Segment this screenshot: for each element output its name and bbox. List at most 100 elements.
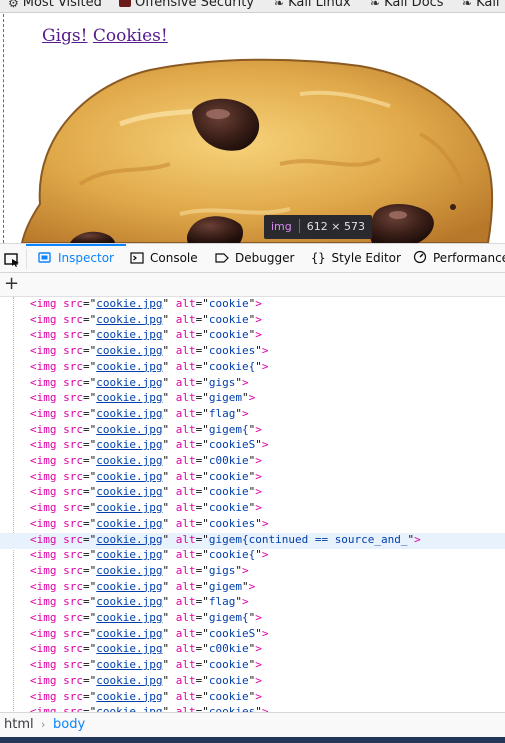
attr-name: src	[63, 595, 83, 609]
markup-toolbar: +	[0, 273, 505, 297]
markup-view[interactable]: <img src="cookie.jpg" alt="cookie"> <img …	[0, 297, 505, 713]
gigs-link[interactable]: Gigs!	[42, 26, 87, 46]
tag-name: img	[36, 422, 57, 436]
infobar-tag: img	[271, 220, 292, 233]
tag-close-bracket: >	[255, 689, 262, 703]
attr-value-link[interactable]: cookie.jpg	[96, 328, 162, 341]
markup-node-line[interactable]: <img src="cookie.jpg" alt="cookie">	[0, 501, 505, 517]
attr-value-link[interactable]: cookie.jpg	[96, 595, 162, 608]
tag-open-bracket: <	[30, 328, 37, 342]
markup-node-line[interactable]: <img src="cookie.jpg" alt="cookieS">	[0, 438, 505, 454]
markup-node-line[interactable]: <img src="cookie.jpg" alt="cookie{">	[0, 360, 505, 376]
attr-value-link[interactable]: cookie.jpg	[96, 454, 162, 467]
markup-node-line[interactable]: <img src="cookie.jpg" alt="gigem">	[0, 580, 505, 596]
markup-node-line[interactable]: <img src="cookie.jpg" alt="cookie">	[0, 470, 505, 486]
attr-value-link[interactable]: cookie.jpg	[96, 548, 162, 561]
tab-console[interactable]: Console	[130, 244, 198, 272]
tab-debugger[interactable]: Debugger	[215, 244, 294, 272]
attr-value-link[interactable]: cookie.jpg	[96, 313, 162, 326]
tab-inspector[interactable]: Inspector	[26, 244, 126, 272]
tag-close-bracket: >	[261, 438, 269, 452]
attr-value-link[interactable]: cookie.jpg	[96, 533, 162, 546]
kali-dragon-icon: ❧	[370, 0, 381, 10]
markup-node-line[interactable]: <img src="cookie.jpg" alt="gigem{continu…	[0, 532, 505, 549]
attr-name: alt	[175, 611, 196, 624]
markup-node-line[interactable]: <img src="cookie.jpg" alt="cookie{">	[0, 548, 505, 564]
attr-name: alt	[175, 642, 196, 656]
bookmark-kali-linux[interactable]: ❧ Kali Linux	[274, 0, 351, 10]
markup-node-line[interactable]: <img src="cookie.jpg" alt="gigs">	[0, 564, 505, 580]
tag-close-bracket: >	[255, 312, 262, 326]
markup-node-line[interactable]: <img src="cookie.jpg" alt="gigem">	[0, 391, 505, 407]
tag-close-bracket: >	[241, 563, 249, 577]
breadcrumb-html[interactable]: html	[4, 713, 34, 737]
markup-node-line[interactable]: <img src="cookie.jpg" alt="cookies">	[0, 517, 505, 533]
markup-node-line[interactable]: <img src="cookie.jpg" alt="flag">	[0, 595, 505, 611]
add-node-button[interactable]: +	[4, 275, 19, 293]
attr-value-link[interactable]: cookie.jpg	[96, 391, 162, 404]
markup-node-line[interactable]: <img src="cookie.jpg" alt="gigs">	[0, 376, 505, 392]
tag-close-bracket: >	[255, 422, 262, 436]
tag-open-bracket: <	[30, 563, 37, 577]
markup-node-line[interactable]: <img src="cookie.jpg" alt="cookie">	[0, 297, 505, 313]
attr-value-link[interactable]: cookie.jpg	[96, 344, 162, 357]
attr-value: cookie	[208, 469, 249, 483]
bookmark-most-visited[interactable]: ⚙ Most Visited	[8, 0, 102, 10]
tag-name: img	[36, 406, 57, 420]
bookmark-kali[interactable]: ❧ Kali	[462, 0, 500, 10]
markup-node-line[interactable]: <img src="cookie.jpg" alt="gigem{">	[0, 611, 505, 627]
attr-value-link[interactable]: cookie.jpg	[96, 376, 162, 389]
attr-name: src	[63, 375, 83, 389]
tag-close-bracket: >	[241, 595, 249, 609]
attr-value-link[interactable]: cookie.jpg	[96, 564, 162, 577]
attr-value-link[interactable]: cookie.jpg	[96, 501, 162, 514]
tag-close-bracket: >	[261, 359, 269, 373]
markup-node-line[interactable]: <img src="cookie.jpg" alt="cookie">	[0, 485, 505, 501]
attr-value-link[interactable]: cookie.jpg	[96, 297, 162, 310]
attr-value-link[interactable]: cookie.jpg	[96, 674, 162, 687]
attr-value-link[interactable]: cookie.jpg	[96, 580, 162, 593]
tab-performance[interactable]: Performance	[413, 244, 505, 272]
tag-close-bracket: >	[255, 469, 262, 483]
attr-value-link[interactable]: cookie.jpg	[96, 611, 162, 624]
attr-value-link[interactable]: cookie.jpg	[96, 485, 162, 498]
cookies-link[interactable]: Cookies!	[93, 26, 168, 46]
bookmark-kali-docs[interactable]: ❧ Kali Docs	[370, 0, 444, 10]
markup-node-line[interactable]: <img src="cookie.jpg" alt="cookie">	[0, 313, 505, 329]
markup-node-line[interactable]: <img src="cookie.jpg" alt="cookie">	[0, 658, 505, 674]
markup-node-line[interactable]: <img src="cookie.jpg" alt="c00kie">	[0, 454, 505, 470]
element-picker-button[interactable]	[0, 244, 26, 272]
attr-name: src	[63, 344, 83, 358]
attr-value-link[interactable]: cookie.jpg	[96, 517, 162, 530]
bookmark-offensive-security[interactable]: Offensive Security	[119, 0, 254, 10]
markup-node-line[interactable]: <img src="cookie.jpg" alt="cookieS">	[0, 627, 505, 643]
breadcrumb-body[interactable]: body	[53, 713, 85, 737]
attr-name: alt	[175, 391, 196, 405]
attr-name: alt	[175, 454, 196, 467]
markup-node-line[interactable]: <img src="cookie.jpg" alt="cookie">	[0, 328, 505, 344]
attr-value-link[interactable]: cookie.jpg	[96, 642, 162, 655]
attr-value-link[interactable]: cookie.jpg	[96, 360, 162, 373]
attr-value-link[interactable]: cookie.jpg	[96, 690, 162, 703]
attr-value-link[interactable]: cookie.jpg	[96, 407, 162, 420]
attr-value: cookie	[208, 689, 249, 703]
markup-node-line[interactable]: <img src="cookie.jpg" alt="cookie">	[0, 674, 505, 690]
attr-value-link[interactable]: cookie.jpg	[96, 423, 162, 436]
markup-node-line[interactable]: <img src="cookie.jpg" alt="cookies">	[0, 344, 505, 360]
tag-name: img	[36, 359, 57, 373]
attr-name: alt	[175, 328, 196, 342]
attr-value-link[interactable]: cookie.jpg	[96, 438, 162, 451]
cookie-image[interactable]	[0, 14, 505, 243]
attr-value-link[interactable]: cookie.jpg	[96, 627, 162, 640]
markup-node-line[interactable]: <img src="cookie.jpg" alt="flag">	[0, 407, 505, 423]
attr-value: cookie	[208, 485, 249, 499]
markup-node-line[interactable]: <img src="cookie.jpg" alt="c00kie">	[0, 642, 505, 658]
bookmark-label: Kali Docs	[384, 0, 444, 10]
tag-name: img	[36, 563, 57, 577]
markup-node-line[interactable]: <img src="cookie.jpg" alt="cookie">	[0, 690, 505, 706]
attr-value: c00kie	[208, 454, 249, 467]
markup-node-line[interactable]: <img src="cookie.jpg" alt="gigem{">	[0, 423, 505, 439]
attr-value-link[interactable]: cookie.jpg	[96, 658, 162, 671]
attr-value-link[interactable]: cookie.jpg	[96, 470, 162, 483]
tab-style-editor[interactable]: {} Style Editor	[311, 244, 401, 272]
